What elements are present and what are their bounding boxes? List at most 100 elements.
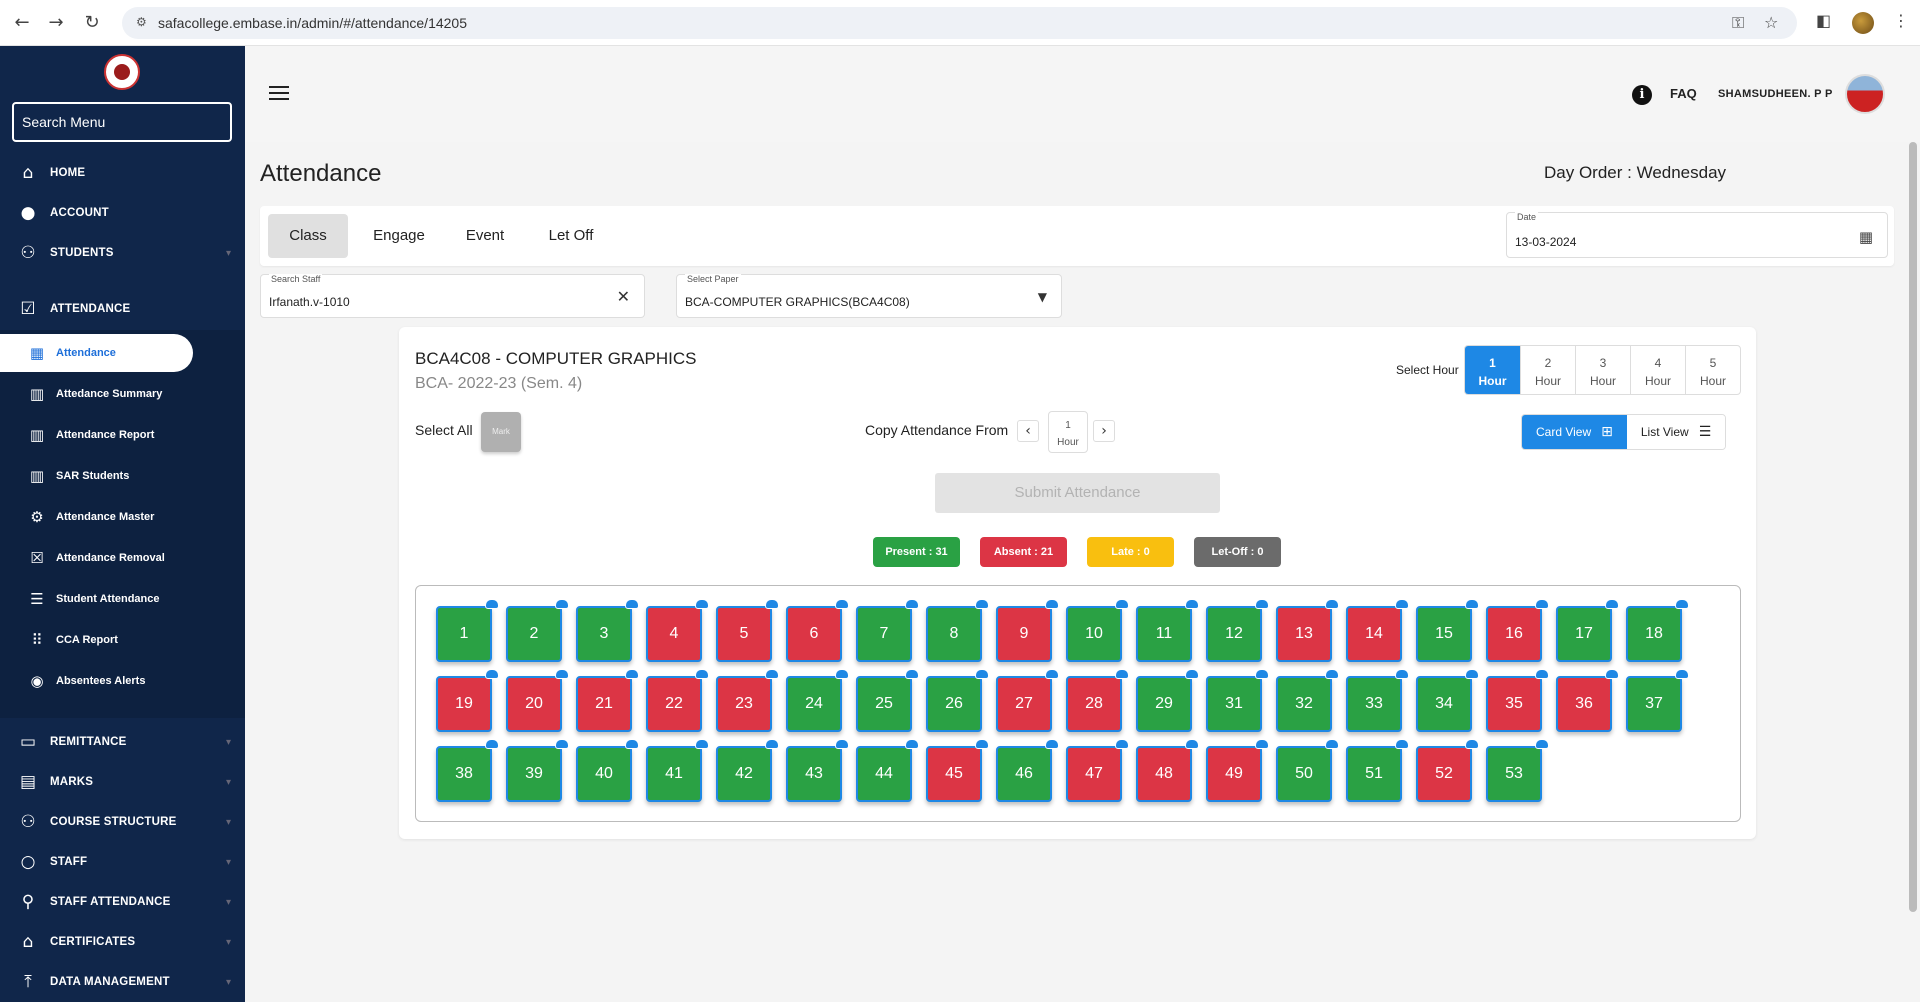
hour-button-4[interactable]: 4 Hour xyxy=(1630,346,1685,394)
sidebar-subitem-attendance-removal[interactable]: ☒ Attendance Removal xyxy=(0,539,245,577)
student-tile[interactable]: 51 xyxy=(1346,739,1409,802)
sidebar-subitem-attendance-report[interactable]: ▥ Attendance Report xyxy=(0,416,245,454)
sidebar-item-certificates[interactable]: ⌂ CERTIFICATES ▾ xyxy=(0,923,245,961)
calendar-icon[interactable]: ▦ xyxy=(1859,228,1873,246)
student-tile[interactable]: 38 xyxy=(436,739,499,802)
student-tile[interactable]: 13 xyxy=(1276,599,1339,662)
student-tile[interactable]: 8 xyxy=(926,599,989,662)
student-tile[interactable]: 12 xyxy=(1206,599,1269,662)
menu-toggle-icon[interactable] xyxy=(269,86,289,102)
student-tile[interactable]: 7 xyxy=(856,599,919,662)
student-tile[interactable]: 53 xyxy=(1486,739,1549,802)
student-tile[interactable]: 42 xyxy=(716,739,779,802)
sidebar-subitem-cca-report[interactable]: ⠿ CCA Report xyxy=(0,621,245,659)
student-tile[interactable]: 52 xyxy=(1416,739,1479,802)
page-scrollbar[interactable] xyxy=(1909,142,1917,912)
student-tile[interactable]: 27 xyxy=(996,669,1059,732)
student-tile[interactable]: 19 xyxy=(436,669,499,732)
student-tile[interactable]: 47 xyxy=(1066,739,1129,802)
browser-profile-avatar[interactable] xyxy=(1852,12,1874,34)
student-tile[interactable]: 26 xyxy=(926,669,989,732)
faq-link[interactable]: FAQ xyxy=(1670,86,1697,101)
student-tile[interactable]: 24 xyxy=(786,669,849,732)
chevron-left-icon[interactable]: ‹ xyxy=(1017,420,1039,442)
tab-event[interactable]: Event xyxy=(450,214,520,258)
copy-hour-selector[interactable]: 1 Hour xyxy=(1048,411,1088,453)
sidebar-item-marks[interactable]: ▤ MARKS ▾ xyxy=(0,763,245,801)
student-tile[interactable]: 44 xyxy=(856,739,919,802)
mark-all-button[interactable]: Mark xyxy=(481,412,521,452)
search-staff-field[interactable]: Search Staff Irfanath.v-1010 ✕ xyxy=(260,274,645,318)
back-icon[interactable]: ← xyxy=(10,11,34,35)
student-tile[interactable]: 46 xyxy=(996,739,1059,802)
sidebar-item-staff[interactable]: ○ STAFF ▾ xyxy=(0,843,245,881)
student-tile[interactable]: 22 xyxy=(646,669,709,732)
student-tile[interactable]: 23 xyxy=(716,669,779,732)
sidebar-item-account[interactable]: ● ACCOUNT xyxy=(0,194,245,232)
student-tile[interactable]: 36 xyxy=(1556,669,1619,732)
student-tile[interactable]: 5 xyxy=(716,599,779,662)
student-tile[interactable]: 16 xyxy=(1486,599,1549,662)
sidebar-item-data-management[interactable]: ⤒ DATA MANAGEMENT ▾ xyxy=(0,963,245,1001)
sidebar-subitem-student-attendance[interactable]: ☰ Student Attendance xyxy=(0,580,245,618)
chevron-right-icon[interactable]: › xyxy=(1093,420,1115,442)
browser-menu-icon[interactable]: ⋮ xyxy=(1893,11,1909,30)
sidebar-item-staff-attendance[interactable]: ⚲ STAFF ATTENDANCE ▾ xyxy=(0,883,245,921)
sidebar-subitem-sar-students[interactable]: ▥ SAR Students xyxy=(0,457,245,495)
student-tile[interactable]: 50 xyxy=(1276,739,1339,802)
student-tile[interactable]: 2 xyxy=(506,599,569,662)
student-tile[interactable]: 31 xyxy=(1206,669,1269,732)
student-tile[interactable]: 49 xyxy=(1206,739,1269,802)
forward-icon[interactable]: → xyxy=(44,11,68,35)
dropdown-arrow-icon[interactable]: ▼ xyxy=(1038,290,1047,304)
sidebar-subitem-attendance[interactable]: ▦ Attendance xyxy=(0,334,193,372)
sidebar-item-students[interactable]: ⚇ STUDENTS ▾ xyxy=(0,234,245,272)
hour-button-3[interactable]: 3 Hour xyxy=(1575,346,1630,394)
student-tile[interactable]: 14 xyxy=(1346,599,1409,662)
student-tile[interactable]: 21 xyxy=(576,669,639,732)
submit-attendance-button[interactable]: Submit Attendance xyxy=(935,473,1220,513)
student-tile[interactable]: 32 xyxy=(1276,669,1339,732)
student-tile[interactable]: 37 xyxy=(1626,669,1689,732)
reload-icon[interactable]: ↻ xyxy=(80,11,104,35)
student-tile[interactable]: 25 xyxy=(856,669,919,732)
student-tile[interactable]: 29 xyxy=(1136,669,1199,732)
hour-button-1[interactable]: 1 Hour xyxy=(1465,346,1520,394)
tab-class[interactable]: Class xyxy=(268,214,348,258)
student-tile[interactable]: 40 xyxy=(576,739,639,802)
student-tile[interactable]: 39 xyxy=(506,739,569,802)
sidebar-subitem-absentees-alerts[interactable]: ◉ Absentees Alerts xyxy=(0,662,245,700)
hour-button-5[interactable]: 5 Hour xyxy=(1685,346,1740,394)
bookmark-star-icon[interactable]: ☆ xyxy=(1764,13,1778,32)
side-panel-icon[interactable]: ◧ xyxy=(1816,11,1831,30)
student-tile[interactable]: 41 xyxy=(646,739,709,802)
hour-button-2[interactable]: 2 Hour xyxy=(1520,346,1575,394)
info-icon[interactable]: i xyxy=(1632,85,1652,105)
student-tile[interactable]: 35 xyxy=(1486,669,1549,732)
student-tile[interactable]: 9 xyxy=(996,599,1059,662)
sidebar-item-remittance[interactable]: ▭ REMITTANCE ▾ xyxy=(0,723,245,761)
tab-let-off[interactable]: Let Off xyxy=(530,214,612,258)
address-bar[interactable]: ⚙ safacollege.embase.in/admin/#/attendan… xyxy=(122,7,1797,39)
student-tile[interactable]: 10 xyxy=(1066,599,1129,662)
student-tile[interactable]: 3 xyxy=(576,599,639,662)
tab-engage[interactable]: Engage xyxy=(358,214,440,258)
password-key-icon[interactable]: ⚿ xyxy=(1732,13,1744,33)
student-tile[interactable]: 18 xyxy=(1626,599,1689,662)
student-tile[interactable]: 17 xyxy=(1556,599,1619,662)
sidebar-item-attendance[interactable]: ☑ ATTENDANCE xyxy=(0,290,245,328)
site-settings-icon[interactable]: ⚙ xyxy=(136,15,152,31)
clear-icon[interactable]: ✕ xyxy=(617,287,630,306)
student-tile[interactable]: 28 xyxy=(1066,669,1129,732)
student-tile[interactable]: 11 xyxy=(1136,599,1199,662)
student-tile[interactable]: 6 xyxy=(786,599,849,662)
user-name[interactable]: SHAMSUDHEEN. P P xyxy=(1718,88,1833,100)
date-field[interactable]: Date 13-03-2024 ▦ xyxy=(1506,212,1888,258)
student-tile[interactable]: 4 xyxy=(646,599,709,662)
list-view-button[interactable]: List View ☰ xyxy=(1626,415,1726,449)
student-tile[interactable]: 48 xyxy=(1136,739,1199,802)
search-menu-input[interactable] xyxy=(12,102,232,142)
card-view-button[interactable]: Card View ⊞ xyxy=(1522,415,1627,449)
student-tile[interactable]: 33 xyxy=(1346,669,1409,732)
select-paper-field[interactable]: Select Paper BCA-COMPUTER GRAPHICS(BCA4C… xyxy=(676,274,1062,318)
